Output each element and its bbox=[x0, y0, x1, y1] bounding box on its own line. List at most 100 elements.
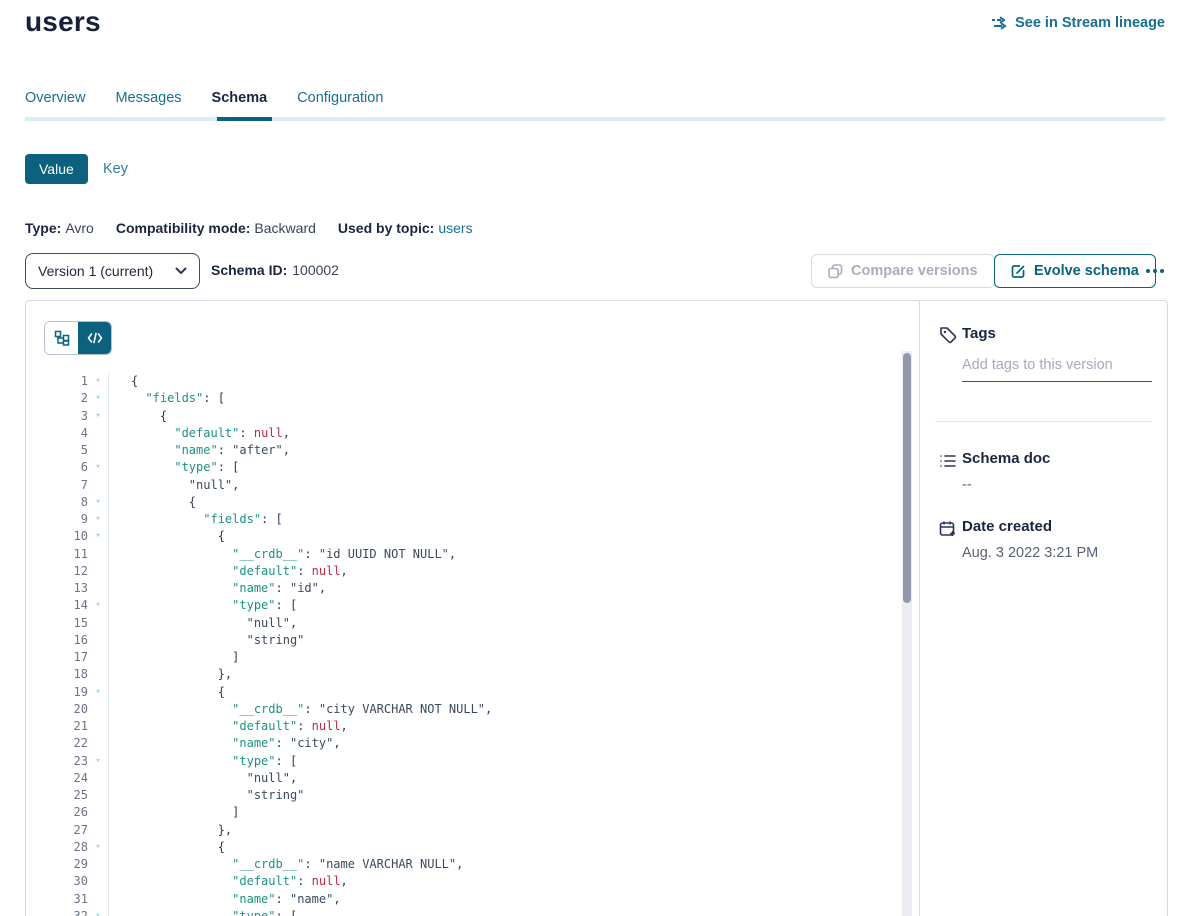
code-text: "type": [ bbox=[108, 908, 297, 916]
fold-arrow-empty bbox=[88, 666, 108, 683]
stream-lineage-link[interactable]: See in Stream lineage bbox=[991, 15, 1165, 31]
fold-arrow-icon[interactable]: ▾ bbox=[88, 753, 108, 770]
tags-heading: Tags bbox=[962, 325, 996, 342]
key-toggle-link[interactable]: Key bbox=[103, 161, 128, 177]
tab-messages[interactable]: Messages bbox=[115, 90, 181, 118]
fold-arrow-empty bbox=[88, 615, 108, 632]
code-lines: 1▾{2▾ "fields": [3▾ {4 "default": null,5… bbox=[26, 373, 902, 916]
tags-input[interactable] bbox=[962, 353, 1152, 382]
code-text: ] bbox=[108, 649, 239, 666]
line-number: 11 bbox=[26, 546, 88, 563]
line-number: 9 bbox=[26, 511, 88, 528]
fold-arrow-icon[interactable]: ▾ bbox=[88, 408, 108, 425]
line-number: 23 bbox=[26, 753, 88, 770]
code-view-button[interactable] bbox=[78, 322, 111, 354]
code-line: 18 }, bbox=[26, 666, 902, 683]
code-text: { bbox=[108, 684, 225, 701]
editor-scrollbar-thumb[interactable] bbox=[903, 353, 911, 603]
type-field: Type:Avro bbox=[25, 220, 94, 236]
code-line: 5 "name": "after", bbox=[26, 442, 902, 459]
fold-arrow-empty bbox=[88, 891, 108, 908]
fold-arrow-empty bbox=[88, 822, 108, 839]
line-number: 4 bbox=[26, 425, 88, 442]
line-number: 5 bbox=[26, 442, 88, 459]
fold-arrow-empty bbox=[88, 701, 108, 718]
fold-arrow-icon[interactable]: ▾ bbox=[88, 528, 108, 545]
code-line: 26 ] bbox=[26, 804, 902, 821]
code-line: 19▾ { bbox=[26, 684, 902, 701]
code-text: "name": "city", bbox=[108, 735, 341, 752]
fold-arrow-empty bbox=[88, 442, 108, 459]
editor-scrollbar-track[interactable] bbox=[902, 351, 912, 916]
code-text: "string" bbox=[108, 632, 304, 649]
tab-configuration[interactable]: Configuration bbox=[297, 90, 383, 118]
tree-view-button[interactable] bbox=[45, 322, 78, 354]
line-number: 13 bbox=[26, 580, 88, 597]
fold-arrow-icon[interactable]: ▾ bbox=[88, 494, 108, 511]
code-line: 1▾{ bbox=[26, 373, 902, 390]
evolve-schema-label: Evolve schema bbox=[1034, 263, 1139, 279]
line-number: 15 bbox=[26, 615, 88, 632]
version-select-value: Version 1 (current) bbox=[38, 263, 153, 279]
schema-panel: 1▾{2▾ "fields": [3▾ {4 "default": null,5… bbox=[25, 300, 1168, 916]
used-by-topic-label: Used by topic: bbox=[338, 220, 434, 236]
fold-arrow-icon[interactable]: ▾ bbox=[88, 390, 108, 407]
code-line: 2▾ "fields": [ bbox=[26, 390, 902, 407]
topic-link[interactable]: users bbox=[438, 220, 472, 236]
code-line: 7 "null", bbox=[26, 477, 902, 494]
code-line: 24 "null", bbox=[26, 770, 902, 787]
value-toggle-button[interactable]: Value bbox=[25, 154, 88, 184]
evolve-schema-button[interactable]: Evolve schema bbox=[994, 254, 1156, 288]
code-text: { bbox=[108, 839, 225, 856]
code-text: "default": null, bbox=[108, 873, 348, 890]
line-number: 10 bbox=[26, 528, 88, 545]
type-label: Type: bbox=[25, 220, 61, 236]
code-text: "fields": [ bbox=[108, 390, 225, 407]
fold-arrow-empty bbox=[88, 649, 108, 666]
line-number: 24 bbox=[26, 770, 88, 787]
list-icon bbox=[939, 452, 957, 470]
version-select[interactable]: Version 1 (current) bbox=[25, 253, 200, 289]
edit-box-icon bbox=[1011, 264, 1026, 279]
line-number: 17 bbox=[26, 649, 88, 666]
more-options-button[interactable] bbox=[1146, 260, 1176, 282]
compatibility-value: Backward bbox=[254, 220, 315, 236]
code-line: 31 "name": "name", bbox=[26, 891, 902, 908]
copy-versions-icon bbox=[828, 264, 843, 279]
code-line: 20 "__crdb__": "city VARCHAR NOT NULL", bbox=[26, 701, 902, 718]
fold-arrow-icon[interactable]: ▾ bbox=[88, 597, 108, 614]
schema-code-editor[interactable]: 1▾{2▾ "fields": [3▾ {4 "default": null,5… bbox=[26, 373, 902, 916]
ellipsis-icon bbox=[1146, 269, 1150, 273]
fold-arrow-icon[interactable]: ▾ bbox=[88, 459, 108, 476]
line-number: 20 bbox=[26, 701, 88, 718]
line-number: 22 bbox=[26, 735, 88, 752]
code-text: "default": null, bbox=[108, 563, 348, 580]
line-number: 31 bbox=[26, 891, 88, 908]
line-number: 21 bbox=[26, 718, 88, 735]
tab-schema[interactable]: Schema bbox=[212, 90, 268, 118]
line-number: 14 bbox=[26, 597, 88, 614]
fold-arrow-icon[interactable]: ▾ bbox=[88, 839, 108, 856]
chevron-down-icon bbox=[175, 267, 187, 275]
code-line: 13 "name": "id", bbox=[26, 580, 902, 597]
compare-versions-button[interactable]: Compare versions bbox=[811, 254, 995, 288]
line-number: 25 bbox=[26, 787, 88, 804]
line-number: 19 bbox=[26, 684, 88, 701]
schema-doc-value: -- bbox=[962, 477, 972, 493]
fold-arrow-empty bbox=[88, 580, 108, 597]
page-title: users bbox=[25, 6, 101, 38]
fold-arrow-empty bbox=[88, 632, 108, 649]
date-created-value: Aug. 3 2022 3:21 PM bbox=[962, 545, 1098, 561]
line-number: 16 bbox=[26, 632, 88, 649]
fold-arrow-icon[interactable]: ▾ bbox=[88, 684, 108, 701]
stream-lineage-label: See in Stream lineage bbox=[1015, 15, 1165, 31]
fold-arrow-icon[interactable]: ▾ bbox=[88, 908, 108, 916]
line-number: 3 bbox=[26, 408, 88, 425]
tab-overview[interactable]: Overview bbox=[25, 90, 85, 118]
fold-arrow-empty bbox=[88, 425, 108, 442]
code-line: 25 "string" bbox=[26, 787, 902, 804]
fold-arrow-icon[interactable]: ▾ bbox=[88, 511, 108, 528]
code-line: 30 "default": null, bbox=[26, 873, 902, 890]
fold-arrow-icon[interactable]: ▾ bbox=[88, 373, 108, 390]
code-text: "name": "after", bbox=[108, 442, 290, 459]
